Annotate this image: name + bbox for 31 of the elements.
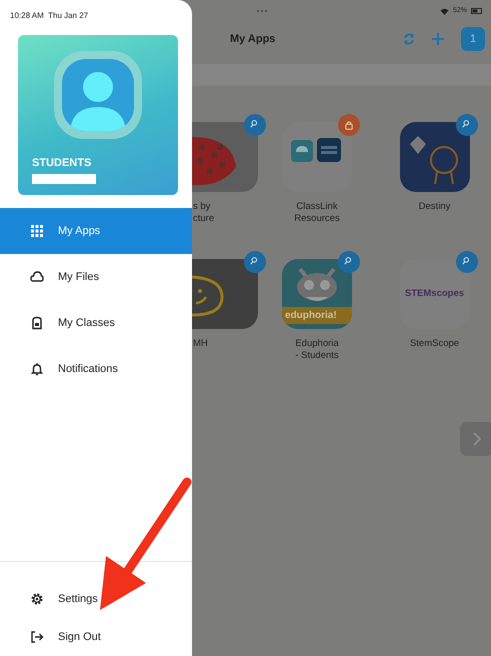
profile-label: STUDENTS bbox=[32, 156, 92, 171]
app-label: StemScope bbox=[410, 338, 460, 350]
app-tiles-drawing bbox=[291, 136, 343, 164]
app-label: ClassLink Resources bbox=[294, 201, 340, 225]
menu-item[interactable]: My Apps bbox=[0, 208, 192, 254]
app-label: MH bbox=[193, 338, 208, 350]
logo-text: eduphoria! bbox=[282, 307, 352, 324]
settings-icon bbox=[30, 592, 44, 606]
app-icon[interactable] bbox=[282, 122, 352, 192]
chevron-right-icon bbox=[472, 432, 482, 446]
status-time: 10:28 AM Thu Jan 27 bbox=[9, 10, 90, 22]
app-label: s by cture bbox=[193, 201, 214, 225]
app-label: Eduphoria - Students bbox=[295, 338, 339, 362]
sign-out-icon bbox=[30, 630, 44, 644]
add-icon[interactable] bbox=[431, 32, 445, 46]
next-button[interactable] bbox=[460, 422, 491, 456]
avatar-icon bbox=[52, 49, 144, 141]
page-title: My Apps bbox=[230, 32, 276, 47]
wifi-icon bbox=[440, 8, 449, 14]
cloud-icon bbox=[30, 270, 44, 284]
redaction-bar bbox=[32, 174, 96, 184]
app-icon[interactable] bbox=[192, 122, 258, 192]
refresh-icon[interactable] bbox=[403, 33, 415, 45]
app-icon[interactable] bbox=[400, 122, 470, 192]
app-icon[interactable] bbox=[192, 259, 258, 329]
app-label: Destiny bbox=[418, 201, 450, 213]
logo-text: STEMscopes bbox=[404, 286, 464, 301]
grid-icon bbox=[30, 224, 44, 238]
battery-icon bbox=[471, 8, 483, 14]
more-dots-icon bbox=[256, 9, 268, 13]
bell-icon bbox=[30, 362, 44, 376]
